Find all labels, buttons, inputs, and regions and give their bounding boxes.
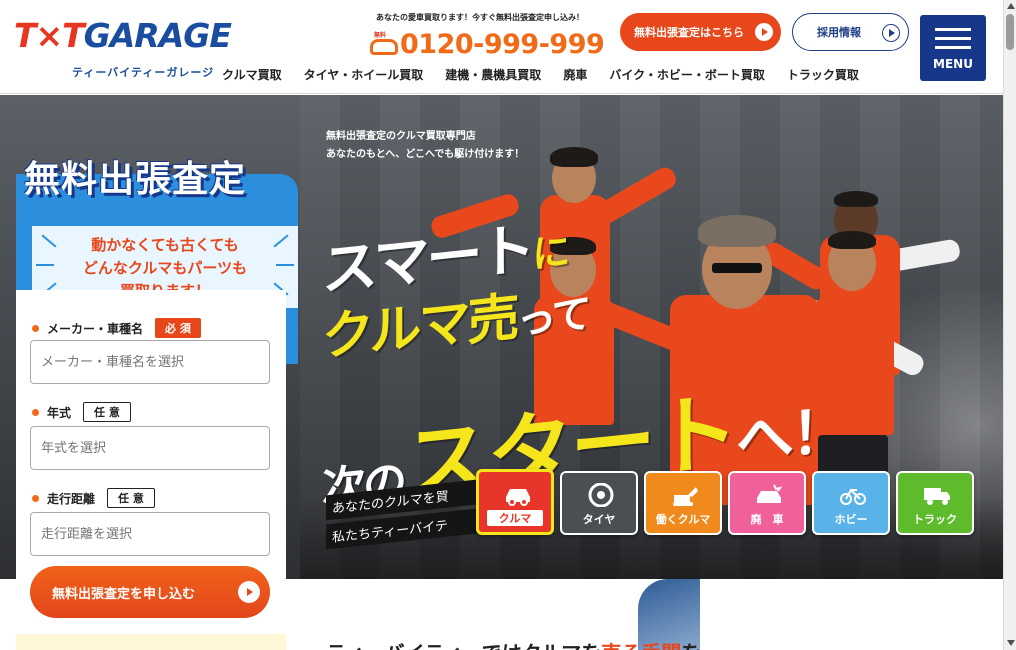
logo-wordmark: T×TGARAGE	[14, 16, 232, 55]
maker-model-label: メーカー・車種名 必 須	[32, 318, 201, 338]
scrap-car-icon	[757, 484, 783, 503]
hamburger-icon	[935, 28, 971, 31]
intro-section: ティーバイティーではクルマを売る手間を	[298, 579, 1003, 650]
nav-item-machinery[interactable]: 建機・農機具買取	[445, 66, 541, 83]
freedial-icon: 無料	[370, 30, 398, 58]
car-icon	[506, 489, 530, 506]
menu-label: MENU	[933, 57, 973, 71]
category-tab-hobby[interactable]: ホビー	[812, 471, 890, 535]
tel-link[interactable]: 無料 0120-999-999	[370, 28, 605, 60]
scroll-up-icon[interactable]	[1007, 3, 1015, 9]
arrow-right-icon	[238, 581, 260, 603]
tel-note: あなたの愛車買取ります！今すぐ無料出張査定申し込み！	[376, 13, 584, 22]
nav-item-bike-hobby-boat[interactable]: バイク・ホビー・ボート買取	[609, 66, 765, 83]
arrow-right-icon	[755, 23, 773, 41]
nav-item-scrap[interactable]: 廃車	[563, 66, 587, 83]
nav-item-tire-wheel[interactable]: タイヤ・ホイール買取	[304, 66, 424, 83]
required-badge: 必 須	[155, 318, 201, 338]
page-scrollbar[interactable]	[1003, 0, 1016, 650]
assessment-title: 無料出張査定	[24, 159, 247, 200]
hero-slogan: あなたのクルマを買 私たちティーバイテ	[326, 478, 486, 550]
excavator-icon	[673, 487, 698, 506]
intro-heading: ティーバイティーではクルマを売る手間を	[326, 637, 701, 650]
free-assessment-button[interactable]: 無料出張査定はこちら	[620, 13, 781, 51]
menu-button[interactable]: MENU	[920, 15, 986, 81]
mileage-label: 走行距離 任 意	[32, 488, 155, 508]
hero-tagline: 無料出張査定のクルマ買取専門店	[326, 131, 476, 142]
category-tabs: クルマ タイヤ 働くクルマ 廃 車 ホビー トラック	[476, 469, 974, 535]
nav-item-truck[interactable]: トラック買取	[787, 66, 859, 83]
maker-model-select[interactable]	[30, 340, 270, 384]
arrow-right-icon	[882, 24, 900, 42]
assessment-form: メーカー・車種名 必 須 年式 任 意 走行距離 任 意 無料出張査定を申し込む	[16, 290, 286, 650]
nav-item-car[interactable]: クルマ買取	[222, 66, 282, 83]
truck-icon	[924, 488, 950, 505]
category-tab-car[interactable]: クルマ	[476, 469, 554, 535]
hero-tagline-sub: あなたのもとへ、どこへでも駆け付けます！	[326, 149, 525, 160]
model-year-select[interactable]	[30, 426, 270, 470]
recruit-button[interactable]: 採用情報	[792, 13, 909, 51]
scroll-down-icon[interactable]	[1007, 640, 1015, 646]
global-nav: クルマ買取 タイヤ・ホイール買取 建機・農機具買取 廃車 バイク・ホビー・ボート…	[222, 66, 859, 83]
submit-assessment-button[interactable]: 無料出張査定を申し込む	[30, 566, 270, 618]
category-tab-tire[interactable]: タイヤ	[560, 471, 638, 535]
category-tab-truck[interactable]: トラック	[896, 471, 974, 535]
tire-icon	[588, 483, 614, 507]
bicycle-icon	[840, 488, 866, 505]
scroll-thumb[interactable]	[1006, 14, 1014, 50]
free-assessment-label: 無料出張査定はこちら	[634, 26, 744, 39]
site-logo[interactable]: T×TGARAGE ティーバイティーガレージ	[14, 16, 232, 82]
optional-badge: 任 意	[107, 488, 155, 508]
optional-badge: 任 意	[83, 402, 131, 422]
assessment-panel: 動かなくても古くても どんなクルマもパーツも 買取ります！ 無料出張査定 メーカ…	[0, 148, 298, 650]
model-year-label: 年式 任 意	[32, 402, 131, 422]
mileage-select[interactable]	[30, 512, 270, 556]
recruit-label: 採用情報	[817, 26, 861, 39]
category-tab-work-vehicle[interactable]: 働くクルマ	[644, 471, 722, 535]
logo-subtitle: ティーバイティーガレージ	[72, 66, 215, 79]
site-header: T×TGARAGE ティーバイティーガレージ あなたの愛車買取ります！今すぐ無料…	[0, 0, 1003, 94]
tel-number: 0120-999-999	[400, 28, 605, 60]
category-tab-scrap[interactable]: 廃 車	[728, 471, 806, 535]
